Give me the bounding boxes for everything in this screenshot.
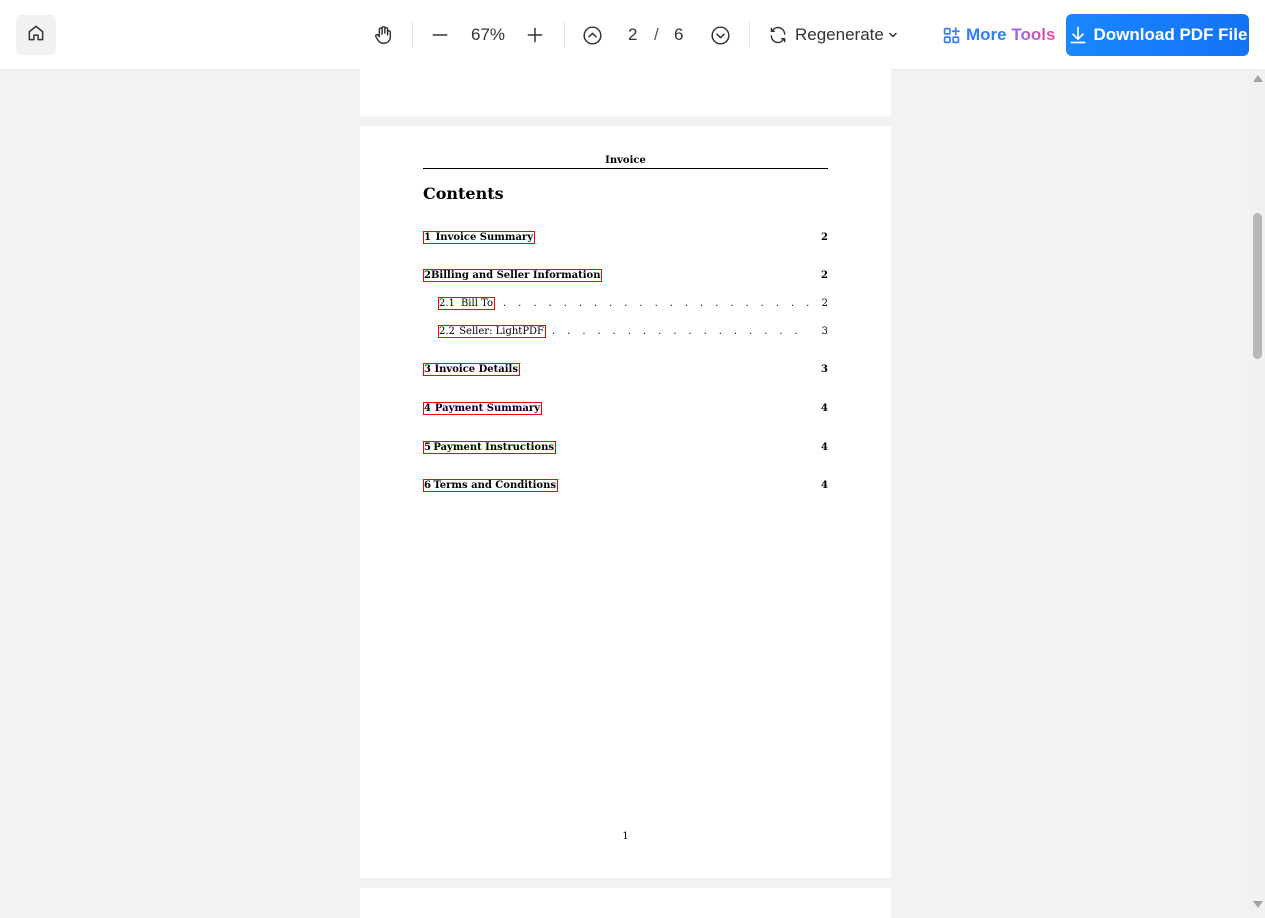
contents-heading: Contents	[423, 184, 504, 203]
toc-page-number: 4	[821, 480, 828, 491]
toc-link[interactable]: 2 Billing and Seller Information	[423, 269, 602, 282]
toc-entry: 1 Invoice Summary 2	[423, 231, 828, 245]
download-icon	[1068, 25, 1088, 45]
chevron-down-circle-icon[interactable]	[708, 23, 732, 47]
toc-entry: 2.1 Bill To . . . . . . . . . . . . . . …	[423, 297, 828, 311]
download-label: Download PDF File	[1093, 25, 1248, 44]
toc-entry: 5 Payment Instructions 4	[423, 441, 828, 455]
toc-number: 4	[424, 403, 431, 414]
toc-title: Invoice Summary	[435, 232, 533, 243]
refresh-icon	[768, 25, 788, 45]
toc-link[interactable]: 6 Terms and Conditions	[423, 479, 558, 492]
minus-icon[interactable]	[428, 23, 452, 47]
toc-link[interactable]: 2.1 Bill To	[438, 297, 495, 310]
toc-page-number: 2	[821, 232, 828, 243]
download-pdf-button[interactable]: Download PDF File	[1066, 14, 1249, 56]
plus-icon[interactable]	[523, 23, 547, 47]
toc-leader-dots: . . . . . . . . . . . . . . . . . . . . …	[503, 298, 809, 309]
toc-number: 6	[424, 480, 431, 491]
scroll-up-arrow-icon[interactable]	[1253, 75, 1263, 82]
toc-title: Bill To	[460, 298, 493, 309]
pdf-page: Invoice Contents 1 Invoice Summary 2 2 B…	[360, 126, 891, 878]
toc-link[interactable]: 3 Invoice Details	[423, 363, 520, 376]
toc-page-number: 4	[821, 442, 828, 453]
toc-page-number: 3	[821, 364, 828, 375]
toolbar-divider	[564, 22, 565, 48]
toc-title: Seller: LightPDF	[459, 326, 544, 337]
total-pages: 6	[674, 25, 684, 44]
vertical-scrollbar[interactable]	[1250, 69, 1265, 910]
regenerate-button[interactable]: Regenerate	[768, 23, 898, 47]
toc-page-number: 3	[821, 326, 828, 337]
toc-link[interactable]: 5 Payment Instructions	[423, 441, 556, 454]
toc-title: Payment Summary	[434, 403, 540, 414]
next-page-sheet	[360, 888, 891, 918]
zoom-level[interactable]: 67%	[471, 24, 505, 46]
apps-icon	[943, 26, 960, 44]
toc-title: Payment Instructions	[433, 442, 554, 453]
header-rule	[423, 168, 828, 169]
current-page-input[interactable]: 2	[628, 24, 637, 46]
toc-page-number: 4	[821, 403, 828, 414]
more-tools-label-2: Tools	[1011, 25, 1056, 44]
toc-entry: 2 Billing and Seller Information 2	[423, 269, 828, 283]
toc-title: Invoice Details	[434, 364, 518, 375]
toc-entry: 6 Terms and Conditions 4	[423, 479, 828, 493]
toc-link[interactable]: 2.2 Seller: LightPDF	[438, 325, 546, 338]
toc-number: 3	[424, 364, 431, 375]
toc-entry: 2.2 Seller: LightPDF . . . . . . . . . .…	[423, 325, 828, 339]
toc-entry: 4 Payment Summary 4	[423, 402, 828, 416]
toolbar-divider	[412, 22, 413, 48]
home-button[interactable]	[16, 15, 56, 55]
toolbar-divider	[749, 22, 750, 48]
toc-leader-dots: . . . . . . . . . . . . . . . . . . . . …	[552, 326, 809, 337]
more-tools-label-1: More	[966, 25, 1007, 44]
toc-title: Terms and Conditions	[433, 480, 556, 491]
more-tools-button[interactable]: More Tools	[943, 22, 1055, 48]
home-icon	[26, 23, 46, 48]
scrollbar-thumb[interactable]	[1253, 213, 1262, 359]
toc-page-number: 2	[821, 270, 828, 281]
toc-number: 2.2	[439, 326, 455, 337]
toc-link[interactable]: 1 Invoice Summary	[423, 231, 535, 244]
viewer-toolbar: 67% 2 / 6 Regenerate More Tools Download…	[0, 0, 1265, 70]
toc-number: 5	[424, 442, 431, 453]
chevron-down-icon	[888, 30, 898, 40]
scroll-down-arrow-icon[interactable]	[1253, 901, 1263, 908]
toc-page-number: 2	[821, 298, 828, 309]
chevron-up-circle-icon[interactable]	[580, 23, 604, 47]
page-separator: /	[654, 25, 659, 44]
toc-number: 2	[424, 270, 431, 281]
running-header: Invoice	[605, 155, 646, 166]
toc-link[interactable]: 4 Payment Summary	[423, 402, 542, 415]
toc-number: 1	[424, 232, 431, 243]
page-footer-number: 1	[622, 831, 629, 842]
previous-page-sheet	[360, 69, 891, 116]
toc-number: 2.1	[439, 298, 455, 309]
hand-icon[interactable]	[371, 23, 395, 47]
toc-entry: 3 Invoice Details 3	[423, 363, 828, 377]
toc-title: Billing and Seller Information	[430, 270, 601, 281]
regenerate-label: Regenerate	[795, 25, 884, 44]
